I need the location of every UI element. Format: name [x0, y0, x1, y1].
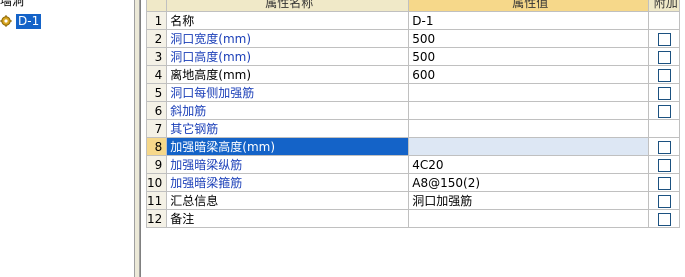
property-name[interactable]: 加强暗梁纵筋 [166, 155, 410, 174]
component-tree: 墙洞 D-1 [0, 0, 134, 277]
extra-checkbox[interactable] [657, 104, 671, 118]
property-name[interactable]: 汇总信息 [166, 191, 410, 210]
row-number: 12 [145, 209, 168, 228]
extra-cell [648, 29, 681, 48]
extra-cell [648, 137, 681, 156]
extra-cell [648, 209, 681, 228]
table-row[interactable]: 1 名称 D-1 [145, 11, 681, 30]
property-value[interactable]: 洞口加强筋 [408, 191, 650, 210]
extra-cell [648, 83, 681, 102]
property-grid: 属性名称 属性值 附加 1 名称 D-1 2 洞口宽度(mm) 500 3 洞口高度(mm) 5… [145, 0, 681, 228]
property-name[interactable]: 其它钢筋 [166, 119, 410, 138]
property-name[interactable]: 洞口每侧加强筋 [166, 83, 410, 102]
row-number: 2 [145, 29, 168, 48]
row-number: 10 [145, 173, 168, 192]
property-name[interactable]: 加强暗梁高度(mm) [166, 137, 410, 156]
property-name[interactable]: 离地高度(mm) [166, 65, 410, 84]
extra-checkbox[interactable] [657, 140, 671, 154]
grid-body: 1 名称 D-1 2 洞口宽度(mm) 500 3 洞口高度(mm) 500 4 离地高度(mm) 6… [145, 11, 681, 228]
property-value[interactable]: 500 [408, 47, 650, 66]
property-value[interactable] [408, 209, 650, 228]
row-number: 1 [145, 11, 168, 30]
extra-cell [648, 11, 681, 30]
property-value[interactable]: A8@150(2) [408, 173, 650, 192]
extra-cell [648, 191, 681, 210]
table-row[interactable]: 5 洞口每侧加强筋 [145, 83, 681, 102]
property-value[interactable] [408, 119, 650, 138]
property-name[interactable]: 备注 [166, 209, 410, 228]
property-value[interactable]: 600 [408, 65, 650, 84]
extra-checkbox[interactable] [657, 50, 671, 64]
extra-cell [648, 101, 681, 120]
tree-item-d1[interactable]: D-1 [0, 13, 42, 29]
extra-cell [648, 155, 681, 174]
property-name[interactable]: 斜加筋 [166, 101, 410, 120]
extra-checkbox[interactable] [657, 32, 671, 46]
property-name[interactable]: 名称 [166, 11, 410, 30]
table-row[interactable]: 4 离地高度(mm) 600 [145, 65, 681, 84]
row-number: 8 [145, 137, 168, 156]
property-value[interactable] [408, 137, 650, 156]
header-value[interactable]: 属性值 [408, 0, 650, 12]
extra-cell [648, 65, 681, 84]
extra-checkbox[interactable] [657, 212, 671, 226]
property-name[interactable]: 洞口宽度(mm) [166, 29, 410, 48]
property-name[interactable]: 加强暗梁箍筋 [166, 173, 410, 192]
extra-cell [648, 47, 681, 66]
tree-root-label[interactable]: 墙洞 [0, 0, 24, 8]
row-number: 5 [145, 83, 168, 102]
extra-checkbox[interactable] [657, 176, 671, 190]
table-row[interactable]: 6 斜加筋 [145, 101, 681, 120]
property-value[interactable]: 500 [408, 29, 650, 48]
property-value[interactable] [408, 101, 650, 120]
table-row[interactable]: 3 洞口高度(mm) 500 [145, 47, 681, 66]
extra-checkbox[interactable] [657, 194, 671, 208]
row-number: 9 [145, 155, 168, 174]
row-number: 7 [145, 119, 168, 138]
property-value[interactable] [408, 83, 650, 102]
table-row[interactable]: 10 加强暗梁箍筋 A8@150(2) [145, 173, 681, 192]
gear-icon [0, 15, 12, 27]
property-name[interactable]: 洞口高度(mm) [166, 47, 410, 66]
table-row[interactable]: 2 洞口宽度(mm) 500 [145, 29, 681, 48]
row-number: 11 [145, 191, 168, 210]
table-row[interactable]: 12 备注 [145, 209, 681, 228]
extra-checkbox[interactable] [657, 86, 671, 100]
property-value[interactable]: D-1 [408, 11, 650, 30]
table-row[interactable]: 9 加强暗梁纵筋 4C20 [145, 155, 681, 174]
header-extra[interactable]: 附加 [648, 0, 681, 12]
extra-cell [648, 119, 681, 138]
row-number: 6 [145, 101, 168, 120]
header-name[interactable]: 属性名称 [166, 0, 410, 12]
tree-item-label[interactable]: D-1 [16, 13, 42, 29]
row-number: 3 [145, 47, 168, 66]
extra-cell [648, 173, 681, 192]
row-number: 4 [145, 65, 168, 84]
table-row[interactable]: 11 汇总信息 洞口加强筋 [145, 191, 681, 210]
header-row-number [145, 0, 168, 12]
extra-checkbox[interactable] [657, 68, 671, 82]
table-row[interactable]: 8 加强暗梁高度(mm) [145, 137, 681, 156]
property-value[interactable]: 4C20 [408, 155, 650, 174]
extra-checkbox[interactable] [657, 158, 671, 172]
table-row[interactable]: 7 其它钢筋 [145, 119, 681, 138]
